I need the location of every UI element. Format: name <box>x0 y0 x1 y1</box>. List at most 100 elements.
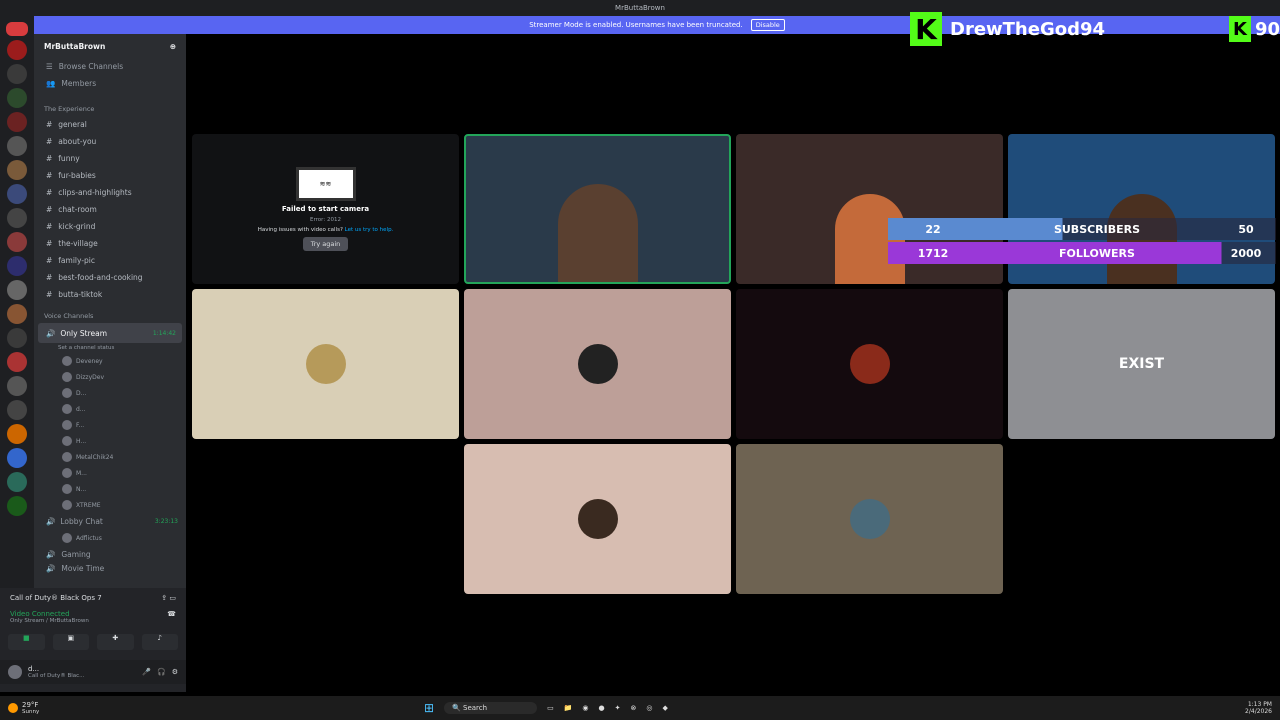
channel-label: kick-grind <box>58 222 96 231</box>
weather-desc: Sunny <box>22 709 40 715</box>
disconnect-icon[interactable]: ☎ <box>167 610 176 628</box>
voice-user[interactable]: Adflictus <box>34 530 186 546</box>
server-icon[interactable] <box>7 136 27 156</box>
app-icon[interactable]: ● <box>599 704 605 712</box>
activity-row: Call of Duty® Black Ops 7 ⇪ ▭ <box>0 588 186 608</box>
server-icon[interactable] <box>7 352 27 372</box>
voice-user[interactable]: DizzyDev <box>34 369 186 385</box>
server-icon[interactable] <box>7 40 27 60</box>
server-icon[interactable] <box>7 472 27 492</box>
invite-icon[interactable]: ⊕ <box>170 42 176 51</box>
edge-icon[interactable]: ◉ <box>582 704 588 712</box>
server-icon[interactable] <box>7 184 27 204</box>
server-icon[interactable] <box>7 64 27 84</box>
microphone-icon[interactable]: 🎤 <box>142 668 151 676</box>
voice-user[interactable]: Deveney <box>34 353 186 369</box>
server-icon[interactable] <box>7 112 27 132</box>
avatar[interactable] <box>8 665 22 679</box>
server-icon[interactable] <box>7 304 27 324</box>
channel-item[interactable]: # funny <box>34 150 186 167</box>
disable-button[interactable]: Disable <box>750 19 785 31</box>
subs-current: 22 <box>925 222 941 236</box>
try-again-button[interactable]: Try again <box>302 237 349 251</box>
weather-widget[interactable]: 29°F Sunny <box>0 701 120 715</box>
channel-item[interactable]: # butta-tiktok <box>34 286 186 303</box>
hash-icon: # <box>46 205 53 214</box>
server-icon[interactable] <box>7 376 27 396</box>
voice-tile[interactable] <box>192 289 459 439</box>
clock[interactable]: 1:13 PM 2/4/2026 <box>1245 701 1272 715</box>
voice-category-header[interactable]: Voice Channels <box>34 309 186 323</box>
voice-tile[interactable] <box>464 289 731 439</box>
channel-item[interactable]: # general <box>34 116 186 133</box>
channel-item[interactable]: # kick-grind <box>34 218 186 235</box>
channel-item[interactable]: # best-food-and-cooking <box>34 269 186 286</box>
channel-item[interactable]: # the-village <box>34 235 186 252</box>
server-icon[interactable] <box>7 400 27 420</box>
xbox-icon[interactable]: ⊗ <box>631 704 637 712</box>
screen-share-button[interactable]: ▣ <box>52 634 89 650</box>
headphones-icon[interactable]: 🎧 <box>157 668 166 676</box>
avatar <box>62 420 72 430</box>
taskbar-search[interactable]: 🔍 Search <box>444 702 538 714</box>
channel-item[interactable]: # clips-and-highlights <box>34 184 186 201</box>
gear-icon[interactable]: ⚙ <box>172 668 178 676</box>
soundboard-button[interactable]: ♪ <box>141 634 178 650</box>
voice-user[interactable]: XTREME <box>34 497 186 513</box>
voice-tile[interactable] <box>736 444 1003 594</box>
server-icon[interactable] <box>7 448 27 468</box>
voice-user[interactable]: M... <box>34 465 186 481</box>
activities-button[interactable]: ✚ <box>97 634 134 650</box>
discord-icon[interactable]: ◆ <box>663 704 668 712</box>
voice-username: XTREME <box>76 501 101 509</box>
windows-start-icon[interactable]: ⊞ <box>424 701 434 715</box>
voice-user[interactable]: MetalChik24 <box>34 449 186 465</box>
voice-channel[interactable]: 🔊 Movie Time <box>34 563 186 573</box>
server-icon[interactable] <box>7 496 27 516</box>
help-link[interactable]: Let us try to help. <box>345 227 394 233</box>
channel-item[interactable]: # chat-room <box>34 201 186 218</box>
channel-item[interactable]: # about-you <box>34 133 186 150</box>
voice-user[interactable]: H... <box>34 433 186 449</box>
voice-user[interactable]: D... <box>34 385 186 401</box>
channel-label: funny <box>58 154 80 163</box>
activity-icons[interactable]: ⇪ ▭ <box>161 594 176 602</box>
voice-channel[interactable]: 🔊 Gaming <box>34 546 186 563</box>
server-icon[interactable] <box>7 232 27 252</box>
voice-tile[interactable] <box>464 444 731 594</box>
members-link[interactable]: 👥 Members <box>34 75 186 92</box>
voice-channel-active[interactable]: 🔊 Only Stream 1:14:42 <box>38 323 182 343</box>
voice-status-row[interactable]: Set a channel status <box>34 343 186 353</box>
hash-icon: # <box>46 154 53 163</box>
channel-item[interactable]: # fur-babies <box>34 167 186 184</box>
server-icon[interactable] <box>7 328 27 348</box>
server-header[interactable]: MrButtaBrown ⊕ <box>34 34 186 58</box>
server-icon[interactable] <box>7 256 27 276</box>
server-icon[interactable] <box>7 208 27 228</box>
app-icon[interactable]: ✦ <box>615 704 621 712</box>
channel-item[interactable]: # family-pic <box>34 252 186 269</box>
browse-channels[interactable]: ☰ Browse Channels <box>34 58 186 75</box>
voice-tile[interactable] <box>736 289 1003 439</box>
voice-user[interactable]: F... <box>34 417 186 433</box>
task-view-icon[interactable]: ▭ <box>547 704 554 712</box>
server-icon[interactable] <box>7 88 27 108</box>
server-icon[interactable] <box>7 160 27 180</box>
camera-button[interactable]: ■ <box>8 634 45 650</box>
file-explorer-icon[interactable]: 📁 <box>564 704 573 712</box>
chrome-icon[interactable]: ◎ <box>646 704 652 712</box>
participant-video <box>557 184 638 282</box>
voice-tile[interactable]: EXIST <box>1008 289 1275 439</box>
voice-user[interactable]: d... <box>34 401 186 417</box>
voice-username: F... <box>76 421 85 429</box>
server-icon[interactable] <box>7 424 27 444</box>
voice-username: Deveney <box>76 357 103 365</box>
search-label: Search <box>463 704 488 712</box>
clock-date: 2/4/2026 <box>1245 708 1272 715</box>
server-icon[interactable] <box>6 22 28 36</box>
video-tile-streamer[interactable] <box>464 134 731 284</box>
server-icon[interactable] <box>7 280 27 300</box>
category-header[interactable]: The Experience <box>34 102 186 116</box>
voice-channel[interactable]: 🔊 Lobby Chat 3:23:13 <box>34 513 186 530</box>
voice-user[interactable]: N... <box>34 481 186 497</box>
